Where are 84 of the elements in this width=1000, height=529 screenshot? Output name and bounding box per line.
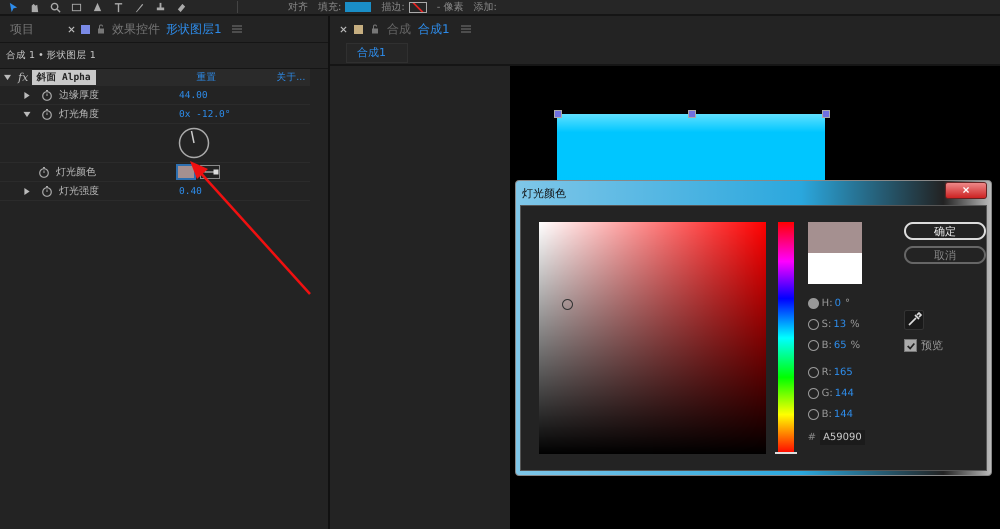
- menu-icon[interactable]: [232, 25, 242, 33]
- field-value[interactable]: 0: [834, 298, 841, 309]
- twirl-icon[interactable]: [22, 92, 32, 98]
- lock-icon[interactable]: [370, 24, 380, 34]
- radio-button[interactable]: [808, 319, 819, 330]
- radio-button[interactable]: [808, 367, 819, 378]
- handle[interactable]: [822, 110, 830, 118]
- reset-link[interactable]: 重置: [196, 71, 216, 84]
- search-icon[interactable]: [50, 2, 61, 12]
- unit-label: °: [844, 298, 850, 309]
- field-label: R:: [822, 367, 832, 378]
- stopwatch-icon[interactable]: [41, 185, 53, 197]
- stopwatch-icon[interactable]: [38, 166, 50, 178]
- angle-dial[interactable]: [178, 127, 210, 159]
- comp-tab[interactable]: 合成1: [346, 43, 408, 63]
- toolbar-label: 填充:: [318, 0, 342, 14]
- field-value[interactable]: 13: [833, 319, 846, 330]
- property-label: 边缘厚度: [59, 88, 100, 102]
- unit-label: %: [850, 340, 860, 351]
- field-value[interactable]: 65: [834, 340, 847, 351]
- twirl-icon[interactable]: [22, 188, 32, 194]
- hex-label: #: [808, 432, 816, 443]
- lock-icon[interactable]: [96, 24, 106, 34]
- handle[interactable]: [554, 110, 562, 118]
- field-label: B:: [822, 340, 832, 351]
- stamp-icon[interactable]: [155, 2, 166, 12]
- radio-button[interactable]: [808, 298, 819, 309]
- rectangle-icon[interactable]: [71, 2, 82, 12]
- fill-swatch[interactable]: [345, 2, 372, 12]
- close-icon[interactable]: [68, 26, 75, 32]
- eyedropper-icon[interactable]: [904, 310, 924, 330]
- stopwatch-icon[interactable]: [41, 89, 53, 101]
- property-value[interactable]: 0x -12.0°: [179, 108, 230, 120]
- field-value[interactable]: 144: [834, 409, 853, 420]
- picker-ring[interactable]: [562, 299, 573, 310]
- field-label: S:: [822, 319, 832, 330]
- handle[interactable]: [688, 110, 696, 118]
- close-icon[interactable]: [340, 26, 347, 32]
- panel-tab[interactable]: 形状图层1: [166, 20, 222, 38]
- close-button[interactable]: ×: [945, 182, 987, 198]
- menu-icon[interactable]: [460, 25, 471, 33]
- panel-tab-label: 合成: [387, 20, 411, 38]
- property-value[interactable]: 0.40: [179, 186, 202, 196]
- toolbar-label: 添加:: [474, 0, 497, 14]
- field-label: G:: [822, 388, 833, 399]
- panel-tab[interactable]: 效果控件: [112, 20, 160, 38]
- radio-button[interactable]: [808, 388, 819, 399]
- fx-label[interactable]: fx: [18, 71, 28, 84]
- layer-color-icon: [81, 24, 90, 34]
- comp-color-icon: [354, 24, 363, 34]
- panel-tab[interactable]: 项目: [10, 20, 34, 38]
- hex-field[interactable]: A59090: [820, 430, 865, 445]
- radio-button[interactable]: [808, 409, 819, 420]
- color-swatch[interactable]: [176, 164, 196, 180]
- stroke-swatch[interactable]: [408, 2, 427, 12]
- cancel-button[interactable]: 取消: [904, 246, 986, 264]
- toolbar-label: 对齐: [288, 0, 308, 14]
- unit-label: %: [850, 319, 860, 330]
- toolbar-label: 描边:: [381, 0, 405, 14]
- text-icon[interactable]: [113, 2, 124, 12]
- ok-button[interactable]: 确定: [904, 222, 986, 240]
- field-value[interactable]: 165: [834, 367, 853, 378]
- effect-name[interactable]: 斜面 Alpha: [32, 70, 96, 85]
- twirl-icon[interactable]: [24, 109, 30, 119]
- eraser-icon[interactable]: [176, 2, 187, 12]
- property-label: 灯光颜色: [56, 166, 97, 179]
- panel-tab[interactable]: 合成1: [418, 20, 450, 38]
- twirl-icon[interactable]: [4, 74, 11, 81]
- toolbar-label: - 像素: [436, 0, 464, 14]
- brush-icon[interactable]: [134, 2, 145, 12]
- radio-button[interactable]: [808, 340, 819, 351]
- preview-label: 预览: [921, 338, 943, 353]
- property-label: 灯光角度: [59, 108, 100, 121]
- dialog-title: 灯光颜色: [521, 186, 566, 200]
- arrow-icon[interactable]: [8, 2, 19, 12]
- property-label: 灯光强度: [59, 184, 100, 198]
- stopwatch-icon[interactable]: [41, 108, 53, 120]
- color-field[interactable]: [539, 222, 766, 454]
- property-value[interactable]: 44.00: [179, 90, 208, 100]
- field-label: H:: [822, 298, 833, 309]
- checkbox[interactable]: [904, 339, 917, 352]
- about-link[interactable]: 关于...: [276, 71, 306, 84]
- field-label: B:: [822, 409, 832, 420]
- field-value[interactable]: 144: [834, 388, 854, 399]
